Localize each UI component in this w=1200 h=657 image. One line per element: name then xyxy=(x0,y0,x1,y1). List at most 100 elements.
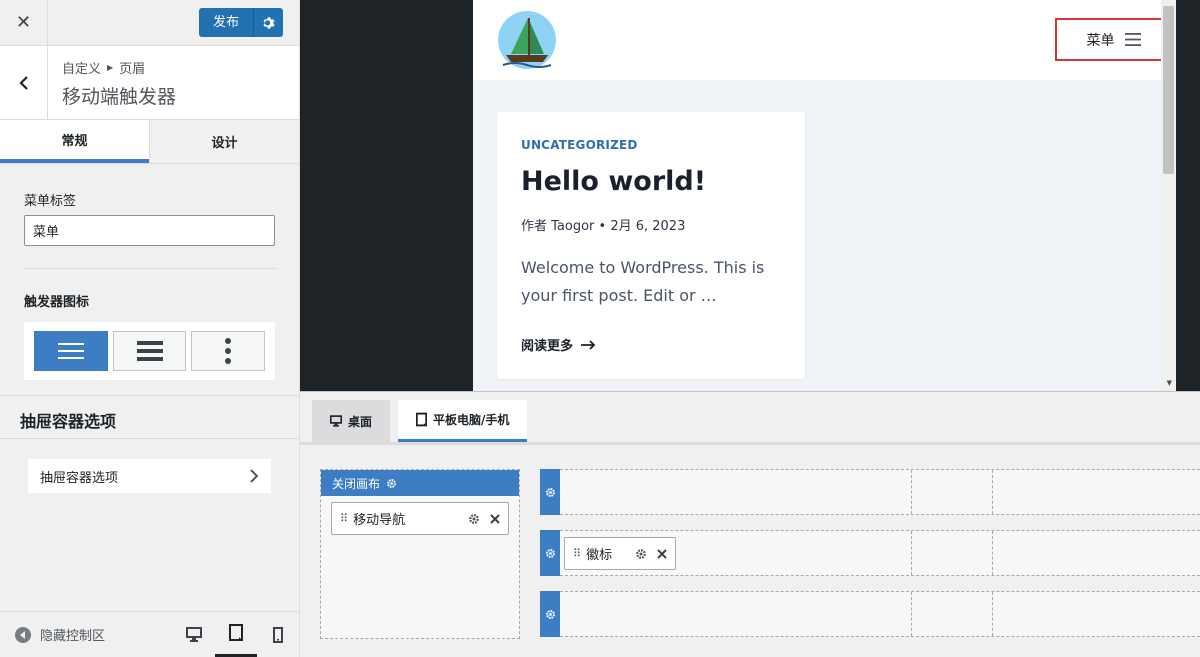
breadcrumb: 自定义 ▶ 页眉 xyxy=(62,58,176,77)
close-customizer-button[interactable]: ✕ xyxy=(0,0,48,46)
post-excerpt: Welcome to WordPress. This is your first… xyxy=(521,258,765,305)
device-desktop-button[interactable] xyxy=(173,612,215,657)
builder-tab-mobile-label: 平板电脑/手机 xyxy=(433,413,510,427)
mobile-navigation-item[interactable]: ⠿ 移动导航 xyxy=(331,502,509,535)
device-switcher xyxy=(173,612,299,657)
breadcrumb-current: 页眉 xyxy=(119,62,146,77)
gear-icon[interactable] xyxy=(468,513,480,525)
item-actions xyxy=(635,548,667,560)
post-title[interactable]: Hello world! xyxy=(521,166,781,197)
gear-icon xyxy=(545,548,555,558)
offcanvas-title: 关闭画布 xyxy=(332,476,381,491)
row-cell-center[interactable] xyxy=(912,531,993,575)
scrollbar-thumb[interactable] xyxy=(1163,6,1174,174)
header-builder: 桌面 平板电脑/手机 关闭画布 ⠿ 移动导航 ⠿ 徽标 xyxy=(300,391,1200,657)
section-title-wrap: 自定义 ▶ 页眉 移动端触发器 xyxy=(48,46,190,119)
drawer-options-link-label: 抽屉容器选项 xyxy=(40,470,119,486)
post-meta: 作者 Taogor • 2月 6, 2023 xyxy=(521,219,686,234)
row-settings-button[interactable] xyxy=(540,591,560,637)
site-preview: 菜单 UNCATEGORIZED Hello world! 作者 Taogor … xyxy=(300,0,1200,391)
drawer-options-link[interactable]: 抽屉容器选项 xyxy=(28,459,271,493)
customizer-footer: 隐藏控制区 xyxy=(0,611,299,657)
row-cells: ⠿ 徽标 xyxy=(560,530,1200,576)
item-actions xyxy=(468,513,500,525)
menu-label-field-label: 菜单标签 xyxy=(24,194,77,209)
chevron-right-icon xyxy=(250,469,259,483)
logo-item[interactable]: ⠿ 徽标 xyxy=(564,537,676,570)
desktop-icon xyxy=(330,415,342,427)
panel-body: 菜单标签 触发器图标 xyxy=(0,164,299,380)
close-icon[interactable] xyxy=(490,513,500,524)
menu-label-input[interactable] xyxy=(24,215,275,246)
row-cell-right[interactable] xyxy=(993,592,1200,636)
gear-icon xyxy=(262,16,275,29)
close-icon[interactable] xyxy=(657,548,667,559)
publish-button[interactable]: 发布 xyxy=(198,8,253,37)
section-header: 自定义 ▶ 页眉 移动端触发器 xyxy=(0,46,299,120)
hide-controls-label: 隐藏控制区 xyxy=(40,629,106,644)
gear-icon xyxy=(545,487,555,497)
row-cell-right[interactable] xyxy=(993,470,1200,514)
builder-tabs: 桌面 平板电脑/手机 xyxy=(300,392,1200,445)
device-tablet-button[interactable] xyxy=(215,612,257,657)
publish-group: 发布 xyxy=(198,8,283,37)
row-cell-center[interactable] xyxy=(912,470,993,514)
tab-design[interactable]: 设计 xyxy=(149,120,299,163)
collapse-icon xyxy=(15,626,31,643)
breadcrumb-separator-icon: ▶ xyxy=(107,63,114,72)
post-card: UNCATEGORIZED Hello world! 作者 Taogor • 2… xyxy=(497,112,805,379)
row-cell-center[interactable] xyxy=(912,592,993,636)
hide-controls-button[interactable]: 隐藏控制区 xyxy=(14,625,105,644)
row-cell-right[interactable] xyxy=(993,531,1200,575)
offcanvas-header[interactable]: 关闭画布 xyxy=(321,470,519,496)
trigger-icon-option-menu-bold[interactable] xyxy=(112,331,187,371)
drag-handle-icon[interactable]: ⠿ xyxy=(573,547,581,560)
settings-tabs: 常规 设计 xyxy=(0,120,299,164)
row-cells xyxy=(560,591,1200,637)
preview-frame: 菜单 UNCATEGORIZED Hello world! 作者 Taogor … xyxy=(473,0,1176,391)
drawer-options-heading: 抽屉容器选项 xyxy=(0,395,299,439)
mobile-navigation-label: 移动导航 xyxy=(353,513,406,528)
back-button[interactable] xyxy=(0,46,48,119)
post-category-link[interactable]: UNCATEGORIZED xyxy=(521,138,781,152)
trigger-icon-option-menu[interactable] xyxy=(34,331,108,371)
offcanvas-area[interactable]: 关闭画布 ⠿ 移动导航 xyxy=(320,469,520,639)
menu-toggle-label: 菜单 xyxy=(1086,32,1115,49)
read-more-label: 阅读更多 xyxy=(521,339,574,354)
customizer-sidebar: ✕ 发布 自定义 ▶ 页眉 移动端触发器 常规 设计 菜单标签 触发器图标 xyxy=(0,0,300,657)
mobile-menu-toggle[interactable]: 菜单 xyxy=(1055,18,1172,61)
read-more-link[interactable]: 阅读更多 xyxy=(521,335,781,354)
row-cell-left[interactable] xyxy=(560,592,912,636)
tablet-icon xyxy=(229,624,243,641)
publish-settings-button[interactable] xyxy=(253,8,283,37)
menu-bold-icon xyxy=(136,341,163,361)
gear-icon xyxy=(545,609,555,619)
device-mobile-button[interactable] xyxy=(257,612,299,657)
trigger-icon-choices xyxy=(24,322,275,380)
trigger-icon-label: 触发器图标 xyxy=(24,295,90,310)
drag-handle-icon[interactable]: ⠿ xyxy=(340,512,348,525)
tablet-icon xyxy=(416,412,428,427)
divider xyxy=(24,268,276,269)
row-settings-button[interactable] xyxy=(540,530,560,576)
row-settings-button[interactable] xyxy=(540,469,560,515)
trigger-icon-option-dots[interactable] xyxy=(191,331,266,371)
row-cell-left[interactable]: ⠿ 徽标 xyxy=(560,531,912,575)
gear-icon[interactable] xyxy=(635,548,647,560)
hamburger-icon xyxy=(1124,33,1141,46)
preview-scrollbar[interactable]: ▼ xyxy=(1161,0,1176,391)
builder-row-main: ⠿ 徽标 xyxy=(540,530,1200,576)
tab-general[interactable]: 常规 xyxy=(0,120,149,163)
site-logo[interactable] xyxy=(497,10,557,70)
breadcrumb-parent: 自定义 xyxy=(62,62,102,77)
row-cell-left[interactable] xyxy=(560,470,912,514)
gear-icon xyxy=(387,478,396,488)
site-header: 菜单 xyxy=(473,0,1176,80)
builder-tab-mobile[interactable]: 平板电脑/手机 xyxy=(398,400,528,442)
mobile-icon xyxy=(273,626,283,643)
customizer-topbar: ✕ 发布 xyxy=(0,0,299,46)
builder-row-bottom xyxy=(540,591,1200,637)
scroll-down-icon[interactable]: ▼ xyxy=(1167,379,1172,387)
logo-item-label: 徽标 xyxy=(586,548,613,563)
builder-tab-desktop[interactable]: 桌面 xyxy=(312,400,391,442)
